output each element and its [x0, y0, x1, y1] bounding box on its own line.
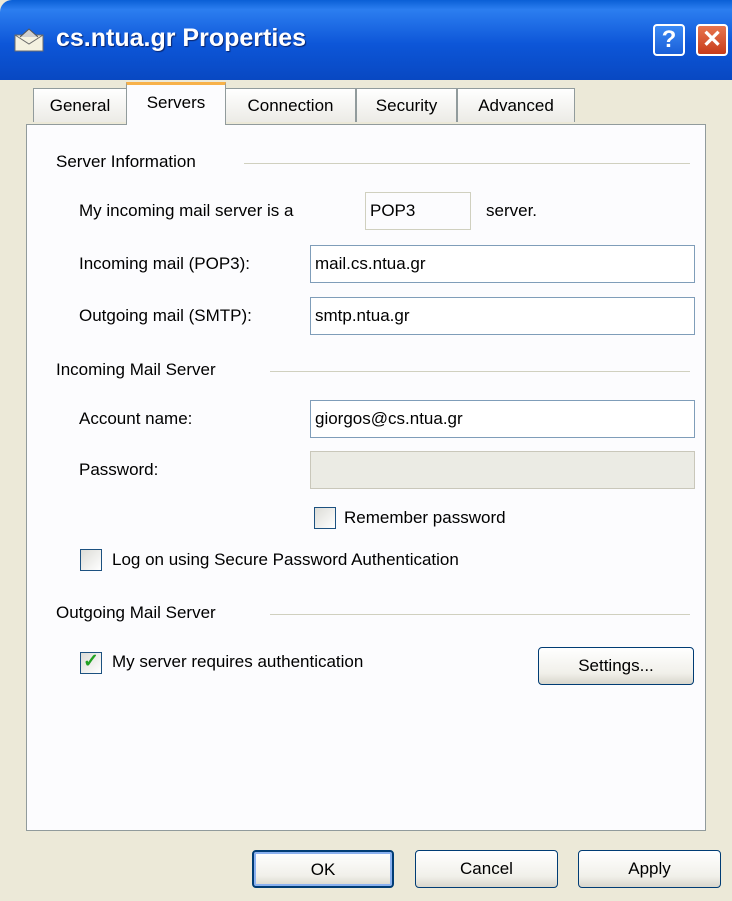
incoming-mail-label: Incoming mail (POP3): [79, 254, 250, 273]
close-button[interactable]: ✕ [696, 24, 728, 56]
settings-button[interactable]: Settings... [538, 647, 694, 685]
spa-checkbox[interactable] [80, 549, 102, 571]
spa-label[interactable]: Log on using Secure Password Authenticat… [112, 550, 459, 570]
account-name-input[interactable]: giorgos@cs.ntua.gr [310, 400, 695, 438]
tab-connection[interactable]: Connection [225, 88, 356, 122]
incoming-type-prefix: My incoming mail server is a [79, 201, 294, 220]
properties-dialog: cs.ntua.gr Properties ? ✕ General Server… [0, 0, 732, 901]
tab-servers[interactable]: Servers [126, 82, 226, 125]
tab-security[interactable]: Security [356, 88, 457, 122]
incoming-type-suffix: server. [486, 201, 538, 220]
remember-password-checkbox[interactable] [314, 507, 336, 529]
password-label: Password: [79, 460, 159, 479]
server-info-divider [244, 163, 690, 164]
outgoing-server-group-label: Outgoing Mail Server [56, 603, 226, 623]
help-button[interactable]: ? [653, 24, 685, 56]
tab-general[interactable]: General [33, 88, 127, 122]
apply-button[interactable]: Apply [578, 850, 721, 888]
incoming-server-divider [270, 371, 690, 372]
password-input[interactable] [310, 451, 695, 489]
title-bar[interactable]: cs.ntua.gr Properties ? ✕ [0, 0, 732, 80]
remember-password-label[interactable]: Remember password [344, 508, 506, 528]
checkmark-icon: ✓ [83, 651, 99, 672]
account-name-label: Account name: [79, 409, 193, 428]
outgoing-mail-input[interactable]: smtp.ntua.gr [310, 297, 695, 335]
mail-account-icon [14, 28, 44, 52]
cancel-button[interactable]: Cancel [415, 850, 558, 888]
window-title: cs.ntua.gr Properties [56, 24, 307, 52]
incoming-server-type-field: POP3 [365, 192, 471, 230]
server-info-group-label: Server Information [56, 152, 206, 172]
auth-required-label[interactable]: My server requires authentication [112, 652, 363, 672]
auth-required-checkbox[interactable]: ✓ [80, 651, 102, 674]
tab-advanced[interactable]: Advanced [457, 88, 575, 122]
incoming-mail-input[interactable]: mail.cs.ntua.gr [310, 245, 695, 283]
incoming-server-group-label: Incoming Mail Server [56, 360, 226, 380]
ok-button[interactable]: OK [252, 850, 394, 888]
outgoing-mail-label: Outgoing mail (SMTP): [79, 306, 252, 325]
outgoing-server-divider [270, 614, 690, 615]
